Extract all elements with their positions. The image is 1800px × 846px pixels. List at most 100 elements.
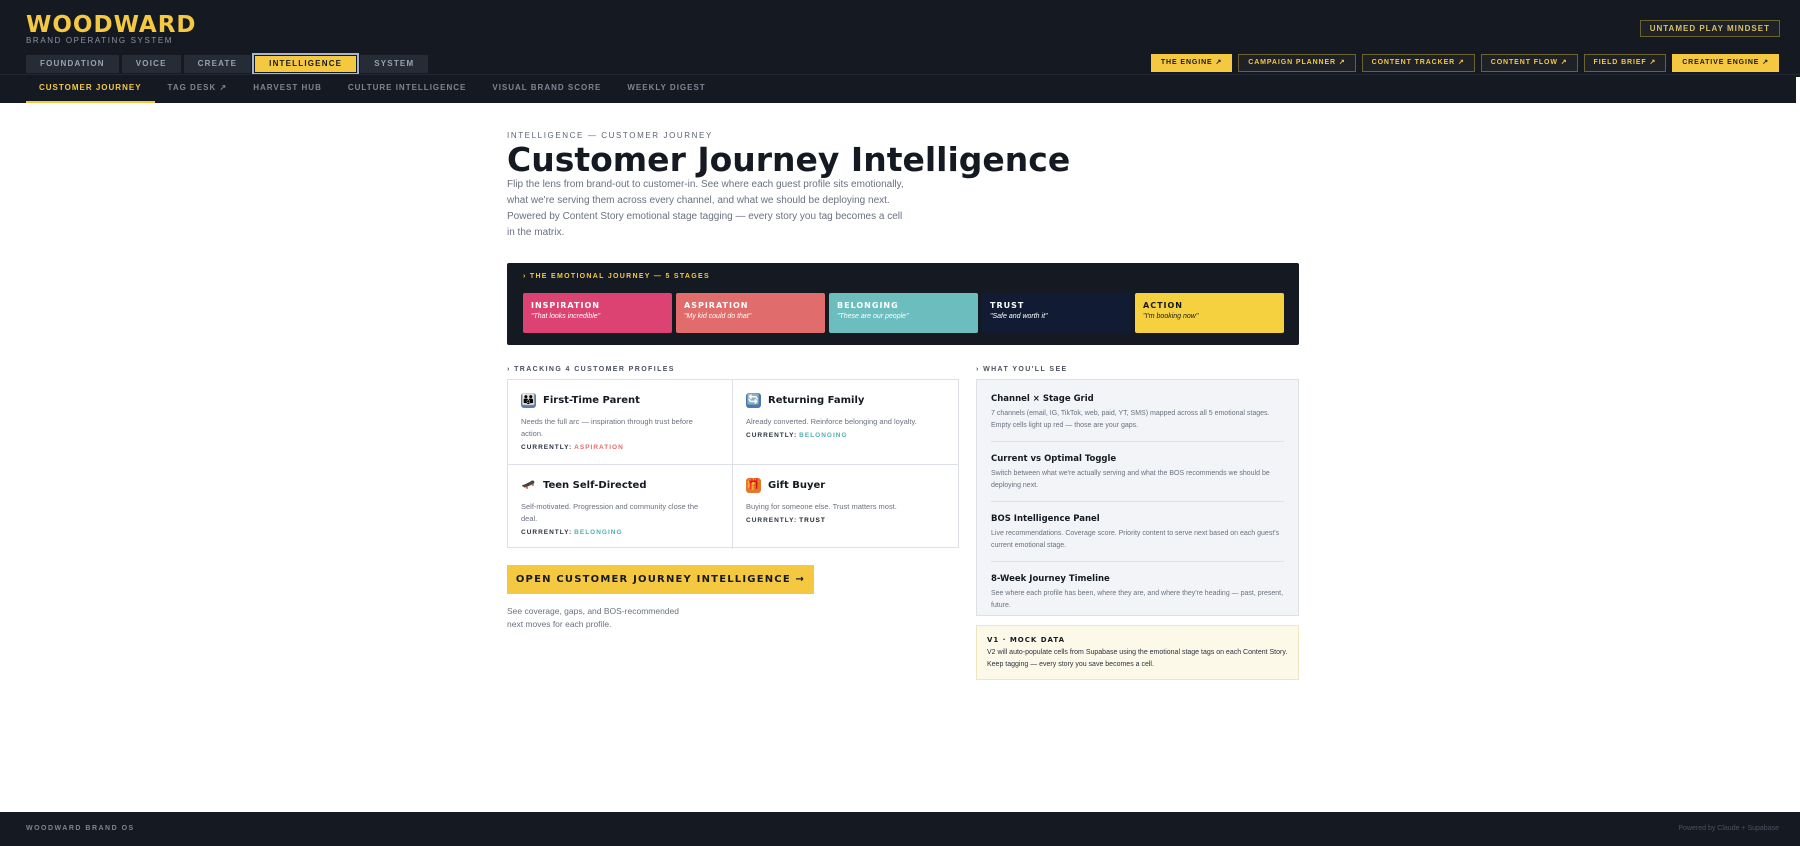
family-icon: 👪 <box>521 393 536 408</box>
see-item-description: Switch between what we're actually servi… <box>991 470 1270 489</box>
currently-label: CURRENTLY: <box>521 529 573 536</box>
tab-foundation[interactable]: FOUNDATION <box>26 55 119 73</box>
gift-icon: 🎁 <box>746 478 761 493</box>
page-eyebrow: INTELLIGENCE — CUSTOMER JOURNEY <box>507 131 713 140</box>
creative-engine-link[interactable]: CREATIVE ENGINE ↗ <box>1672 54 1779 72</box>
stage-name: INSPIRATION <box>531 301 600 310</box>
stage-quote: "These are our people" <box>837 313 909 320</box>
profile-description: Needs the full arc — inspiration through… <box>521 417 693 438</box>
subnav-visual-brand-score[interactable]: VISUAL BRAND SCORE <box>479 75 614 103</box>
profile-name: Teen Self-Directed <box>543 480 647 491</box>
see-item-title: Current vs Optimal Toggle <box>991 454 1117 464</box>
profile-card[interactable]: 👪 First-Time Parent Needs the full arc — i… <box>508 380 733 465</box>
currently-label: CURRENTLY: <box>746 432 798 439</box>
stage-quote: "My kid could do that" <box>684 313 752 320</box>
profile-current-stage: CURRENTLY: TRUST <box>746 517 945 524</box>
content-flow-link[interactable]: CONTENT FLOW ↗ <box>1480 54 1578 72</box>
profile-header: 👪 First-Time Parent <box>521 393 719 408</box>
cta-note: See coverage, gaps, and BOS-recommended … <box>507 606 679 629</box>
profile-card[interactable]: 🔄 Returning Family Already converted. Rein… <box>733 380 958 465</box>
profile-header: 🔄 Returning Family <box>746 393 945 408</box>
tab-system[interactable]: SYSTEM <box>360 55 429 73</box>
stage-action: ACTION "I'm booking now" <box>1135 293 1284 333</box>
see-item-description: Live recommendations. Coverage score. Pr… <box>991 530 1280 549</box>
subnav-customer-journey[interactable]: CUSTOMER JOURNEY <box>26 75 155 103</box>
profiles-grid: 👪 First-Time Parent Needs the full arc — i… <box>507 379 959 549</box>
profile-description: Already converted. Reinforce belonging a… <box>746 417 917 426</box>
stage-quote: "Safe and worth it" <box>990 313 1048 320</box>
stage-name: BELONGING <box>837 301 899 310</box>
scroll-edge <box>1796 77 1800 103</box>
stage-name: ASPIRATION <box>684 301 749 310</box>
tab-create[interactable]: CREATE <box>183 55 252 73</box>
profiles-section-label: › TRACKING 4 CUSTOMER PROFILES <box>507 366 675 373</box>
journey-stages: INSPIRATION "That looks incredible" ASPIRA… <box>523 293 1284 333</box>
field-brief-link[interactable]: FIELD BRIEF ↗ <box>1583 54 1667 72</box>
footer: WOODWARD BRAND OS Powered by Claude + Su… <box>0 812 1800 846</box>
see-item-title: Channel × Stage Grid <box>991 394 1094 404</box>
footer-brand: WOODWARD BRAND OS <box>26 825 135 832</box>
profile-current-stage: CURRENTLY: BELONGING <box>521 529 719 536</box>
subnav-weekly-digest[interactable]: WEEKLY DIGEST <box>614 75 718 103</box>
mock-title: V1 · MOCK DATA <box>987 636 1066 644</box>
what-youll-see-panel: Channel × Stage Grid 7 channels (email, I… <box>976 379 1299 616</box>
top-bar: WOODWARD BRAND OPERATING SYSTEM UNTAMED … <box>0 0 1800 75</box>
see-item-title: 8-Week Journey Timeline <box>991 574 1110 584</box>
stage-quote: "I'm booking now" <box>1143 313 1199 320</box>
profile-name: Gift Buyer <box>768 480 826 491</box>
stage-value: ASPIRATION <box>574 444 624 451</box>
profile-current-stage: CURRENTLY: ASPIRATION <box>521 444 719 451</box>
stage-inspiration: INSPIRATION "That looks incredible" <box>523 293 672 333</box>
subnav-tag-desk[interactable]: TAG DESK ↗ <box>155 75 241 103</box>
currently-label: CURRENTLY: <box>746 517 798 524</box>
profile-card[interactable]: 🎁 Gift Buyer Buying for someone else. Trus… <box>733 465 958 549</box>
journey-label: › THE EMOTIONAL JOURNEY — 5 STAGES <box>523 273 710 280</box>
mock-description: V2 will auto-populate cells from Supabas… <box>987 649 1288 668</box>
profile-description: Buying for someone else. Trust matters m… <box>746 502 897 511</box>
loop-icon: 🔄 <box>746 393 761 408</box>
sub-navigation: CUSTOMER JOURNEY TAG DESK ↗ HARVEST HUB … <box>0 74 1800 103</box>
skateboard-icon: 🛹 <box>521 478 536 493</box>
main-tabs: FOUNDATION VOICE CREATE INTELLIGENCE SYS… <box>26 53 429 75</box>
stage-belonging: BELONGING "These are our people" <box>829 293 978 333</box>
tab-voice[interactable]: VOICE <box>121 55 181 73</box>
currently-label: CURRENTLY: <box>521 444 573 451</box>
profile-card[interactable]: 🛹 Teen Self-Directed Self-motivated. Progr… <box>508 465 733 549</box>
profile-name: First-Time Parent <box>543 395 640 406</box>
tool-links: THE ENGINE ↗ CAMPAIGN PLANNER ↗ CONTENT … <box>1150 54 1779 72</box>
stage-value: BELONGING <box>799 432 848 439</box>
stage-name: ACTION <box>1143 301 1183 310</box>
see-item-title: BOS Intelligence Panel <box>991 514 1100 524</box>
page-description: Flip the lens from brand-out to customer… <box>507 179 904 238</box>
profile-header: 🎁 Gift Buyer <box>746 478 945 493</box>
untamed-play-mindset-button[interactable]: UNTAMED PLAY MINDSET <box>1639 20 1780 37</box>
stage-value: BELONGING <box>574 529 623 536</box>
subnav-culture-intelligence[interactable]: CULTURE INTELLIGENCE <box>335 75 480 103</box>
stage-aspiration: ASPIRATION "My kid could do that" <box>676 293 825 333</box>
page-title: Customer Journey Intelligence <box>507 140 1071 179</box>
profile-name: Returning Family <box>768 395 865 406</box>
stage-name: TRUST <box>990 301 1025 310</box>
subnav-harvest-hub[interactable]: HARVEST HUB <box>240 75 335 103</box>
see-item: Channel × Stage Grid 7 channels (email, I… <box>991 390 1284 442</box>
the-engine-link[interactable]: THE ENGINE ↗ <box>1150 54 1233 72</box>
footer-credit: Powered by Claude + Supabase <box>1678 825 1779 832</box>
see-item: 8-Week Journey Timeline See where each pr… <box>991 570 1284 621</box>
tab-intelligence[interactable]: INTELLIGENCE <box>252 53 360 75</box>
mock-data-notice: V1 · MOCK DATA V2 will auto-populate cel… <box>976 625 1299 680</box>
emotional-journey-panel: › THE EMOTIONAL JOURNEY — 5 STAGES INSPI… <box>507 263 1299 345</box>
brand-logo[interactable]: WOODWARD <box>26 12 197 38</box>
see-section-label: › WHAT YOU'LL SEE <box>976 366 1068 373</box>
campaign-planner-link[interactable]: CAMPAIGN PLANNER ↗ <box>1238 54 1356 72</box>
see-item-description: 7 channels (email, IG, TikTok, web, paid… <box>991 410 1270 429</box>
see-item: Current vs Optimal Toggle Switch between … <box>991 450 1284 502</box>
see-item: BOS Intelligence Panel Live recommendatio… <box>991 510 1284 562</box>
profile-current-stage: CURRENTLY: BELONGING <box>746 432 945 439</box>
see-item-description: See where each profile has been, where t… <box>991 590 1284 609</box>
profile-header: 🛹 Teen Self-Directed <box>521 478 719 493</box>
stage-trust: TRUST "Safe and worth it" <box>982 293 1131 333</box>
stage-value: TRUST <box>799 517 826 524</box>
open-customer-journey-button[interactable]: OPEN CUSTOMER JOURNEY INTELLIGENCE → <box>507 565 814 594</box>
stage-quote: "That looks incredible" <box>531 313 601 320</box>
content-tracker-link[interactable]: CONTENT TRACKER ↗ <box>1361 54 1475 72</box>
